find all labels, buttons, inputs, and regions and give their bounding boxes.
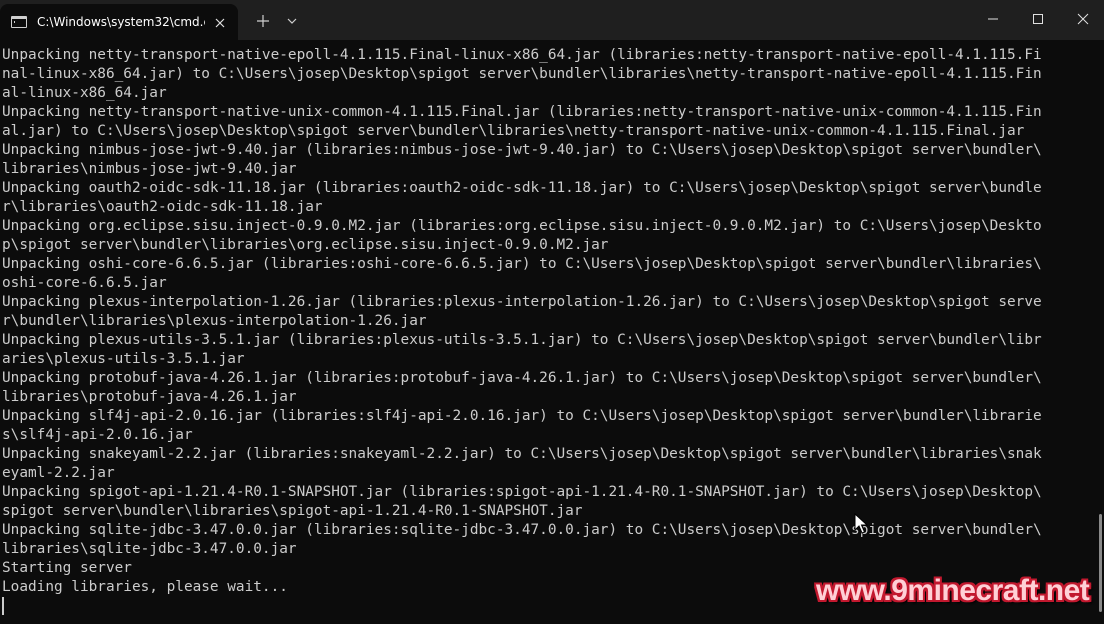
console-line: libraries\sqlite-jdbc-3.47.0.0.jar — [2, 541, 297, 557]
console-line: Unpacking slf4j-api-2.0.16.jar (librarie… — [2, 408, 1042, 424]
chevron-down-icon — [287, 18, 297, 24]
console-line: Unpacking oauth2-oidc-sdk-11.18.jar (lib… — [2, 180, 1042, 196]
tab-dropdown-button[interactable] — [283, 12, 301, 30]
console-line: Unpacking netty-transport-native-epoll-4… — [2, 47, 1042, 63]
console-line: s\slf4j-api-2.0.16.jar — [2, 427, 193, 443]
console-line: Unpacking snakeyaml-2.2.jar (libraries:s… — [2, 446, 1042, 462]
tab-title: C:\Windows\system32\cmd.e: — [37, 15, 205, 29]
new-tab-button[interactable] — [252, 10, 274, 32]
console-line: al.jar) to C:\Users\josep\Desktop\spigot… — [2, 123, 1025, 139]
console-line: Unpacking nimbus-jose-jwt-9.40.jar (libr… — [2, 142, 1042, 158]
console-line: r\libraries\oauth2-oidc-sdk-11.18.jar — [2, 199, 323, 215]
console-line: Unpacking oshi-core-6.6.5.jar (libraries… — [2, 256, 1042, 272]
console-line: libraries\protobuf-java-4.26.1.jar — [2, 389, 297, 405]
tab-close-button[interactable] — [211, 14, 229, 32]
console-line: Unpacking sqlite-jdbc-3.47.0.0.jar (libr… — [2, 522, 1042, 538]
console-line: Unpacking netty-transport-native-unix-co… — [2, 104, 1042, 120]
console-line: Unpacking spigot-api-1.21.4-R0.1-SNAPSHO… — [2, 484, 1042, 500]
console-line: aries\plexus-utils-3.5.1.jar — [2, 351, 245, 367]
console-line: eyaml-2.2.jar — [2, 465, 115, 481]
maximize-icon — [1033, 14, 1043, 24]
console-output[interactable]: Unpacking netty-transport-native-epoll-4… — [2, 46, 1092, 624]
close-icon — [1077, 13, 1089, 25]
console-line: Unpacking plexus-utils-3.5.1.jar (librar… — [2, 332, 1042, 348]
console-line: r\bundler\libraries\plexus-interpolation… — [2, 313, 427, 329]
plus-icon — [257, 15, 269, 27]
console-line: al-linux-x86_64.jar — [2, 85, 167, 101]
console-line: libraries\nimbus-jose-jwt-9.40.jar — [2, 161, 297, 177]
close-icon — [215, 18, 225, 28]
mouse-pointer-icon — [854, 513, 868, 534]
console-line: oshi-core-6.6.5.jar — [2, 275, 167, 291]
console-line: Unpacking plexus-interpolation-1.26.jar … — [2, 294, 1042, 310]
close-window-button[interactable] — [1060, 0, 1104, 38]
tab-cmd[interactable]: C:\Windows\system32\cmd.e: — [0, 4, 238, 40]
maximize-button[interactable] — [1015, 0, 1061, 38]
minimize-icon — [988, 18, 998, 20]
console-line: p\spigot server\bundler\libraries\org.ec… — [2, 237, 609, 253]
console-line: spigot server\bundler\libraries\spigot-a… — [2, 503, 583, 519]
text-cursor — [2, 597, 4, 615]
scrollbar-thumb[interactable] — [1099, 514, 1102, 612]
minimize-button[interactable] — [970, 0, 1016, 38]
title-bar: C:\Windows\system32\cmd.e: — [0, 0, 1104, 40]
console-line: Unpacking org.eclipse.sisu.inject-0.9.0.… — [2, 218, 1042, 234]
terminal-icon — [11, 16, 27, 28]
console-line: nal-linux-x86_64.jar) to C:\Users\josep\… — [2, 66, 1042, 82]
console-line: Unpacking protobuf-java-4.26.1.jar (libr… — [2, 370, 1042, 386]
watermark: www.9minecraft.net — [816, 574, 1090, 607]
